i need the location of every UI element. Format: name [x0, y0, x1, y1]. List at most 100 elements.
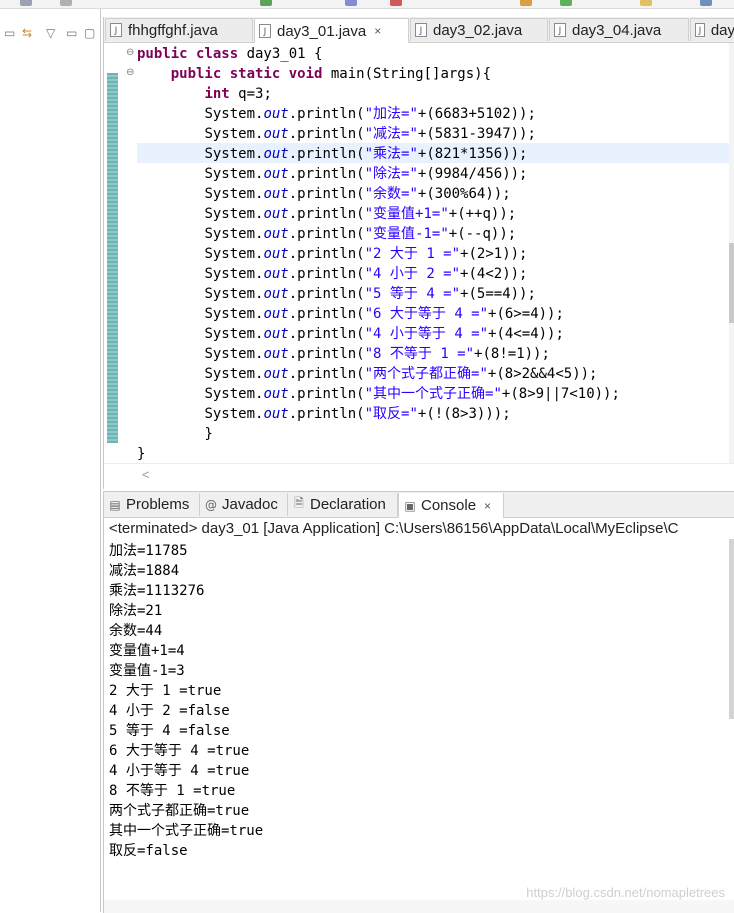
console-line: 其中一个式子正确=true — [109, 823, 264, 839]
code-token: System. — [204, 326, 264, 342]
code-token: +(8>9||7<10)); — [501, 386, 620, 402]
editor-tab-label: fhhgffghf.java — [128, 21, 218, 39]
link-with-editor-icon[interactable]: ⇆ — [22, 26, 32, 40]
scroll-left-icon[interactable]: < — [142, 467, 150, 482]
console-panel: ▤ Problems @ Javadoc 🗎 Declaration ▣ Con… — [103, 491, 734, 913]
toolbar-run-icon[interactable] — [260, 0, 272, 6]
java-file-icon: J — [695, 23, 705, 37]
code-token: +(5831-3947)); — [417, 126, 536, 142]
code-token: +(!(8>3))); — [417, 406, 511, 422]
toolbar-window-icon[interactable] — [700, 0, 712, 6]
code-token: "余数=" — [364, 186, 418, 202]
code-token: } — [137, 446, 146, 462]
code-token: +(6683+5102)); — [417, 106, 536, 122]
code-token: +(8>2&&4<5)); — [487, 366, 598, 382]
code-line: public class day3_01 { — [137, 44, 620, 64]
console-line: 变量值+1=4 — [109, 643, 185, 659]
code-token: System. — [204, 226, 264, 242]
declaration-icon: 🗎 — [294, 496, 304, 510]
code-token: +(6>=4)); — [488, 306, 564, 322]
code-token: System. — [204, 406, 264, 422]
editor-vertical-scrollbar[interactable] — [729, 43, 734, 463]
code-text-area[interactable]: ⊖ ⊖ public class day3_01 { public static… — [104, 43, 734, 463]
code-token: .println( — [288, 286, 365, 302]
code-token: out — [263, 266, 289, 282]
code-token: +(8!=1)); — [474, 346, 550, 362]
editor-tab-label: day3_01.java — [277, 22, 367, 40]
java-file-icon: J — [110, 23, 122, 37]
code-token: out — [263, 306, 289, 322]
toolbar-perspective-icon[interactable] — [640, 0, 652, 6]
toolbar-new-icon[interactable] — [390, 0, 402, 6]
code-token: "变量值+1=" — [364, 206, 449, 222]
tab-label: Console — [421, 497, 477, 514]
code-token: +(300%64)); — [417, 186, 511, 202]
editor-tab[interactable]: J day3_04.java — [549, 18, 689, 41]
editor-horizontal-scrollbar[interactable]: < — [104, 463, 734, 490]
collapse-all-icon[interactable]: ▭ — [4, 26, 15, 40]
code-token: public class — [137, 46, 247, 62]
console-output[interactable]: 加法=11785 减法=1884 乘法=1113276 除法=21 余数=44 变量值+1… — [109, 541, 263, 861]
code-line: System.out.println("加法="+(6683+5102)); — [137, 104, 620, 124]
code-token: out — [263, 126, 289, 142]
tab-declaration[interactable]: 🗎 Declaration — [288, 493, 398, 516]
code-token: +(2>1)); — [460, 246, 528, 262]
code-token: .println( — [288, 346, 365, 362]
fold-collapse-icon[interactable]: ⊖ — [126, 47, 134, 58]
code-token: out — [263, 206, 289, 222]
code-token: System. — [204, 386, 264, 402]
code-line: public static void main(String[]args){ — [137, 64, 620, 84]
code-token: .println( — [288, 206, 365, 222]
code-token: .println( — [288, 266, 365, 282]
toolbar-search-icon[interactable] — [520, 0, 532, 6]
code-token: +(821*1356)); — [417, 146, 528, 162]
console-line: 5 等于 4 =false — [109, 723, 230, 739]
tab-label: Javadoc — [222, 496, 278, 513]
problems-icon: ▤ — [109, 497, 121, 512]
tab-label: Declaration — [310, 496, 386, 513]
editor-tab[interactable]: J fhhgffghf.java — [105, 18, 253, 41]
close-icon[interactable]: × — [484, 499, 491, 513]
code-line: System.out.println("其中一个式子正确="+(8>9||7<1… — [137, 384, 620, 404]
java-file-icon: J — [259, 24, 271, 38]
editor-tab[interactable]: J day — [690, 18, 734, 41]
code-token: .println( — [288, 306, 365, 322]
tab-problems[interactable]: ▤ Problems — [104, 493, 200, 516]
console-line: 6 大于等于 4 =true — [109, 743, 250, 759]
close-icon[interactable]: × — [374, 24, 381, 38]
tab-console[interactable]: ▣ Console × — [398, 493, 504, 518]
toolbar-forward-icon[interactable] — [60, 0, 72, 6]
code-line: int q=3; — [137, 84, 620, 104]
console-vertical-scrollbar[interactable] — [729, 539, 734, 719]
editor-tab-active[interactable]: J day3_01.java × — [254, 18, 409, 43]
code-token: .println( — [288, 106, 365, 122]
minimize-icon[interactable]: ▭ — [66, 26, 77, 40]
view-menu-icon[interactable]: ▽ — [46, 26, 55, 40]
code-token: "其中一个式子正确=" — [364, 386, 502, 402]
tab-javadoc[interactable]: @ Javadoc — [200, 493, 288, 516]
code-lines: public class day3_01 { public static voi… — [137, 44, 620, 464]
editor-tab[interactable]: J day3_02.java — [410, 18, 548, 41]
scrollbar-thumb[interactable] — [729, 243, 734, 323]
console-horizontal-scrollbar[interactable] — [104, 900, 734, 913]
code-token: System. — [204, 366, 264, 382]
quick-diff-bar — [107, 73, 118, 443]
code-token: .println( — [288, 126, 365, 142]
code-token: public static void — [170, 66, 331, 82]
toolbar-debug-icon[interactable] — [345, 0, 357, 6]
editor-tab-label: day3_04.java — [572, 21, 662, 39]
toolbar-back-icon[interactable] — [20, 0, 32, 6]
tab-label: Problems — [126, 496, 190, 513]
fold-collapse-icon[interactable]: ⊖ — [126, 67, 134, 78]
toolbar-refresh-icon[interactable] — [560, 0, 572, 6]
code-token: System. — [204, 106, 264, 122]
code-token: int — [204, 86, 239, 102]
maximize-icon[interactable]: ▢ — [84, 26, 95, 40]
watermark: https://blog.csdn.net/nomapletrees — [526, 885, 725, 900]
